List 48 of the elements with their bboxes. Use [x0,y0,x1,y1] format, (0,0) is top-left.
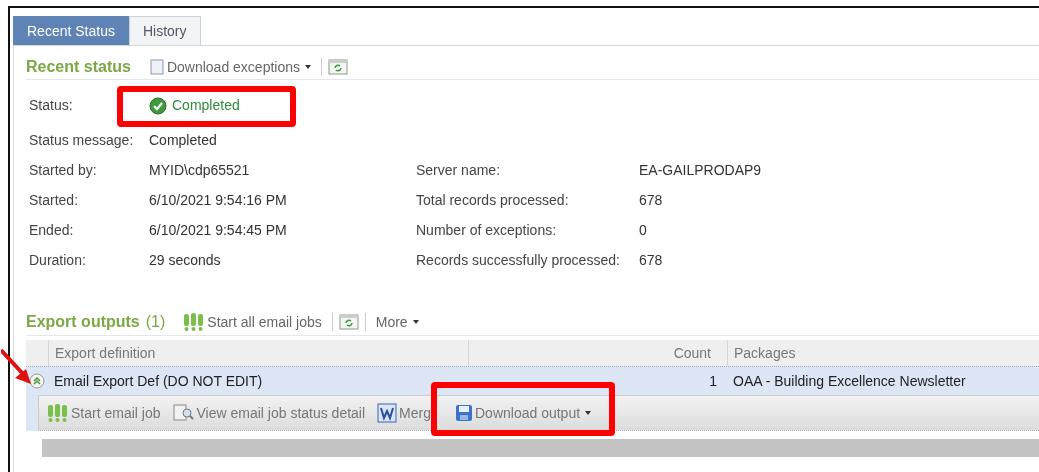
status-value: Completed [149,96,240,115]
action-button[interactable]: View email job status detail [168,403,370,422]
field-value: EA-GAILPRODAP9 [639,161,762,178]
field-label: Ended: [29,220,75,240]
toolbar-button[interactable]: Start all email jobs [179,311,326,332]
field-value: 678 [639,251,663,268]
section-title: Export outputs [26,312,140,331]
toolbar-button[interactable]: More [371,313,423,330]
refresh-icon[interactable] [328,59,348,75]
tab[interactable]: History [128,16,201,45]
section-title: Recent status [26,58,131,76]
column-header[interactable]: Packages [727,339,1039,366]
table-cell-text: Email Export Def (DO NOT EDIT) [53,371,264,391]
collapse-icon[interactable] [29,372,45,389]
save-icon [455,403,473,422]
field-value: 29 seconds [149,251,221,268]
field-value: 678 [639,191,663,208]
refresh-icon[interactable] [338,313,359,330]
action-button[interactable]: Download output [451,403,596,422]
action-button[interactable]: Start email job [43,402,165,423]
tab[interactable]: Recent Status [13,16,129,45]
field-value: 6/10/2021 9:54:16 PM [149,191,287,208]
count-label: (1) [145,312,166,331]
column-header[interactable]: Export definition [48,339,468,366]
field-value: Completed [149,131,217,148]
action-button[interactable]: Merg [373,402,435,423]
document-search-icon [172,403,195,422]
check-icon [149,96,167,115]
field-value: 6/10/2021 9:54:45 PM [149,221,287,238]
field-label: Records successfully processed: [416,250,621,270]
field-label: Number of exceptions: [416,220,558,240]
field-label: Status: [29,96,74,115]
table-cell-text: OAA - Building Excellence Newsletter [732,371,967,391]
column-header[interactable]: Count [468,339,727,366]
field-label: Started: [29,190,80,210]
field-value: MYID\cdp65521 [149,161,250,178]
field-value: 0 [639,221,647,238]
table-cell-text: 1 [708,371,718,391]
field-label: Total records processed: [416,190,570,210]
toolbar-button[interactable]: Download exceptions [144,59,315,75]
field-label: Server name: [416,160,502,180]
field-label: Started by: [29,160,98,180]
field-label: Duration: [29,250,87,270]
word-icon [377,402,398,423]
document-icon [148,59,165,75]
people-icon [47,402,69,423]
people-icon [183,311,206,332]
field-label: Status message: [29,130,135,150]
